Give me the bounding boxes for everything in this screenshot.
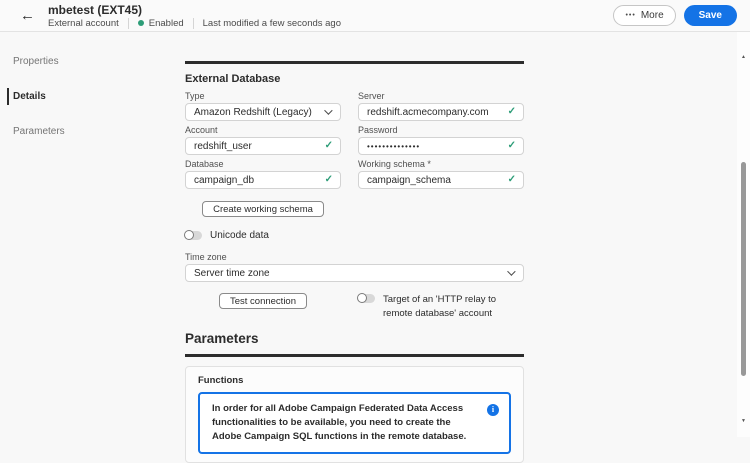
save-button[interactable]: Save [684,5,737,26]
header-actions: ••• More Save [613,5,737,26]
functions-title: Functions [198,375,511,386]
title-block: mbetest (EXT45) External account Enabled… [48,3,341,29]
toggle-knob [184,230,194,240]
type-select[interactable]: Amazon Redshift (Legacy) [185,103,341,121]
http-relay-toggle-row: Target of an 'HTTP relay to remote datab… [358,293,524,321]
sidebar-item-properties[interactable]: Properties [0,50,185,73]
sidebar-item-label: Properties [13,56,59,67]
type-label: Type [185,91,341,101]
timezone-select[interactable]: Server time zone [185,264,524,282]
sidebar: Properties Details Parameters [0,32,185,437]
parameters-divider [185,354,524,357]
password-input[interactable] [367,142,515,151]
ellipsis-icon: ••• [625,12,635,19]
entity-type-label: External account [48,18,119,29]
password-label: Password [358,125,524,135]
page-title: mbetest (EXT45) [48,3,341,17]
status-badge: Enabled [138,18,184,29]
info-icon: i [487,404,499,416]
parameters-section-title: Parameters [185,331,524,346]
http-relay-toggle[interactable] [358,294,375,303]
functions-info-text: In order for all Adobe Campaign Federate… [212,402,477,445]
scroll-down-button[interactable]: ▼ [737,418,750,424]
field-database: Database ✓ [185,159,341,189]
more-button-label: More [641,10,664,21]
field-account: Account ✓ [185,125,341,155]
database-field-wrap: ✓ [185,171,341,189]
functions-panel: Functions In order for all Adobe Campaig… [185,366,524,463]
working-schema-label: Working schema * [358,159,524,169]
scroll-up-button[interactable]: ▲ [737,54,750,60]
database-label: Database [185,159,341,169]
field-password: Password ✓ [358,125,524,155]
http-relay-toggle-label: Target of an 'HTTP relay to remote datab… [383,293,524,321]
server-input[interactable] [367,107,515,118]
last-modified-text: Last modified a few seconds ago [203,18,341,29]
form-grid: Type Amazon Redshift (Legacy) Server ✓ A… [185,91,524,189]
section-divider [185,61,524,64]
sidebar-item-details[interactable]: Details [0,85,185,108]
more-button[interactable]: ••• More [613,5,675,26]
working-schema-field-wrap: ✓ [358,171,524,189]
valid-check-icon: ✓ [508,107,516,117]
create-schema-row: Create working schema [185,201,524,217]
timezone-label: Time zone [185,252,524,262]
unicode-toggle[interactable] [185,231,202,240]
functions-info-box: In order for all Adobe Campaign Federate… [198,392,511,455]
chevron-down-icon [507,267,515,275]
subtitle-separator [128,18,129,29]
unicode-toggle-row: Unicode data [185,230,524,241]
valid-check-icon: ✓ [325,141,333,151]
toggle-knob [357,293,367,303]
timezone-select-value: Server time zone [194,268,270,279]
back-button[interactable]: ← [20,8,35,23]
account-label: Account [185,125,341,135]
test-connection-row: Test connection Target of an 'HTTP relay… [185,293,524,321]
main-content: External Database Type Amazon Redshift (… [185,32,524,463]
valid-check-icon: ✓ [508,141,516,151]
back-arrow-icon: ← [20,7,35,24]
subtitle-row: External account Enabled Last modified a… [48,18,341,29]
page-header: ← mbetest (EXT45) External account Enabl… [0,0,750,32]
account-field-wrap: ✓ [185,137,341,155]
server-field-wrap: ✓ [358,103,524,121]
unicode-toggle-label: Unicode data [210,230,269,241]
field-type: Type Amazon Redshift (Legacy) [185,91,341,121]
password-field-wrap: ✓ [358,137,524,155]
scrollbar-thumb[interactable] [741,162,746,376]
status-label: Enabled [149,18,184,29]
create-working-schema-button[interactable]: Create working schema [202,201,324,217]
subtitle-separator [193,18,194,29]
field-server: Server ✓ [358,91,524,121]
sidebar-item-parameters[interactable]: Parameters [0,120,185,143]
valid-check-icon: ✓ [325,175,333,185]
account-input[interactable] [194,141,332,152]
vertical-scrollbar: ▲ ▼ [737,32,750,437]
test-connection-button[interactable]: Test connection [219,293,307,309]
server-label: Server [358,91,524,101]
working-schema-input[interactable] [367,175,515,186]
field-working-schema: Working schema * ✓ [358,159,524,189]
database-input[interactable] [194,175,332,186]
status-dot-icon [138,20,144,26]
valid-check-icon: ✓ [508,175,516,185]
type-select-value: Amazon Redshift (Legacy) [194,107,312,118]
sidebar-item-label: Details [13,91,46,102]
chevron-down-icon [324,106,332,114]
section-title-external-database: External Database [185,73,524,85]
sidebar-item-label: Parameters [13,126,65,137]
